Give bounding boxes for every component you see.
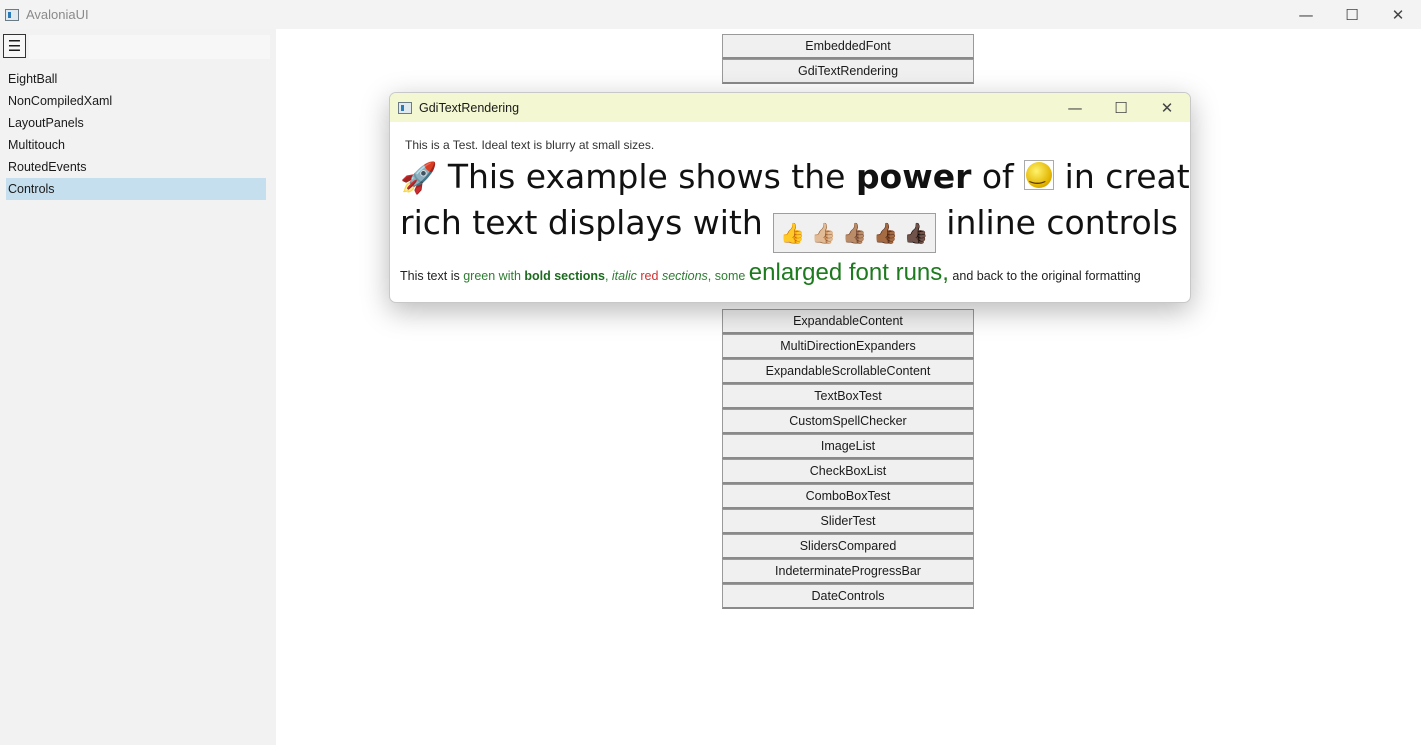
minimize-button[interactable]: —: [1283, 0, 1329, 29]
sidebar-item-controls[interactable]: Controls: [6, 178, 266, 200]
thumbs-up-medium-icon: 👍🏽: [842, 221, 867, 245]
rich-green: green with: [463, 269, 525, 283]
formatted-text-line: This text is green with bold sections, i…: [400, 259, 1141, 287]
main-titlebar: AvaloniaUI — ☐ ✕: [0, 0, 1421, 29]
app-icon: [5, 8, 19, 21]
rich-text-line-1: 🚀 This example shows the power of in cre…: [400, 157, 1190, 196]
line1-post2: in creating: [1064, 157, 1190, 196]
thumbs-up-light-icon: 👍🏼: [811, 221, 837, 245]
dialog-close-button[interactable]: ✕: [1144, 93, 1190, 122]
line2-post: inline controls: [935, 203, 1178, 242]
expandablescrollablecontent-button[interactable]: ExpandableScrollableContent: [722, 359, 974, 384]
dialog-title: GdiTextRendering: [419, 100, 520, 115]
thumbs-inline-control[interactable]: 👍 👍🏼 👍🏽 👍🏾 👍🏿: [773, 213, 936, 253]
line1-bold: power: [855, 157, 972, 196]
textboxtest-button[interactable]: TextBoxTest: [722, 384, 974, 409]
thumbs-up-darkest-icon: 👍🏿: [903, 221, 929, 245]
line1-post: of: [971, 157, 1025, 196]
sliderscompared-button[interactable]: SlidersCompared: [722, 534, 974, 559]
rich-sections: sections: [661, 269, 708, 283]
line1-pre: This example shows the: [447, 157, 856, 196]
sidebar-item-multitouch[interactable]: Multitouch: [6, 134, 266, 156]
small-text-line: This is a Test. Ideal text is blurry at …: [405, 138, 655, 152]
indeterminateprogressbar-button[interactable]: IndeterminateProgressBar: [722, 559, 974, 584]
checkboxlist-button[interactable]: CheckBoxList: [722, 459, 974, 484]
rich-tail: and back to the original formatting: [948, 269, 1141, 283]
chart-increasing-icon: 📈: [1189, 207, 1191, 242]
rich-italic: italic: [611, 269, 641, 283]
dialog-window-controls: — ☐ ✕: [1052, 93, 1190, 122]
window-title: AvaloniaUI: [26, 7, 89, 22]
sidebar: ☰ EightBall NonCompiledXaml LayoutPanels…: [0, 29, 276, 745]
rocket-icon: 🚀: [400, 161, 438, 196]
thumbs-up-icon: 👍: [780, 221, 806, 245]
gditextrendering-button[interactable]: GdiTextRendering: [722, 59, 974, 84]
rich-red: red: [640, 269, 662, 283]
rich-enlarged: enlarged font runs: [748, 259, 943, 286]
line2-pre: rich text displays with: [400, 203, 774, 242]
smiley-icon: [1026, 162, 1053, 188]
comboboxtest-button[interactable]: ComboBoxTest: [722, 484, 974, 509]
rich-p1: This text is: [400, 269, 464, 283]
sidebar-item-eightball[interactable]: EightBall: [6, 68, 266, 90]
embeddedfont-button[interactable]: EmbeddedFont: [722, 34, 974, 59]
dialog-maximize-button[interactable]: ☐: [1098, 93, 1144, 122]
multidirectionexpanders-button[interactable]: MultiDirectionExpanders: [722, 334, 974, 359]
sidebar-item-noncompiledxaml[interactable]: NonCompiledXaml: [6, 90, 266, 112]
gditextrendering-window: GdiTextRendering — ☐ ✕ This is a Test. I…: [389, 92, 1191, 303]
thumbs-up-dark-icon: 👍🏾: [872, 221, 898, 245]
datecontrols-button[interactable]: DateControls: [722, 584, 974, 609]
sidebar-item-routedevents[interactable]: RoutedEvents: [6, 156, 266, 178]
maximize-button[interactable]: ☐: [1329, 0, 1375, 29]
window-controls: — ☐ ✕: [1283, 0, 1421, 29]
rich-comma: ,: [604, 269, 612, 283]
rich-text-line-2: rich text displays with 👍 👍🏼 👍🏽 👍🏾 👍🏿 in…: [400, 203, 1191, 253]
rich-some: , some: [707, 269, 749, 283]
rich-bold: bold sections: [524, 269, 605, 283]
dialog-minimize-button[interactable]: —: [1052, 93, 1098, 122]
slidertest-button[interactable]: SliderTest: [722, 509, 974, 534]
sidebar-nav: EightBall NonCompiledXaml LayoutPanels M…: [6, 68, 266, 200]
dialog-titlebar: GdiTextRendering — ☐ ✕: [390, 93, 1190, 122]
dialog-app-icon: [398, 101, 412, 114]
close-button[interactable]: ✕: [1375, 0, 1421, 29]
sidebar-search-input[interactable]: [29, 35, 270, 59]
imagelist-button[interactable]: ImageList: [722, 434, 974, 459]
smiley-inline-control[interactable]: [1024, 160, 1055, 190]
hamburger-menu-button[interactable]: ☰: [3, 34, 26, 58]
expandablecontent-button[interactable]: ExpandableContent: [722, 309, 974, 334]
hamburger-icon: ☰: [7, 38, 22, 55]
sidebar-item-layoutpanels[interactable]: LayoutPanels: [6, 112, 266, 134]
rich-enlarged-comma: ,: [942, 259, 949, 286]
customspellchecker-button[interactable]: CustomSpellChecker: [722, 409, 974, 434]
